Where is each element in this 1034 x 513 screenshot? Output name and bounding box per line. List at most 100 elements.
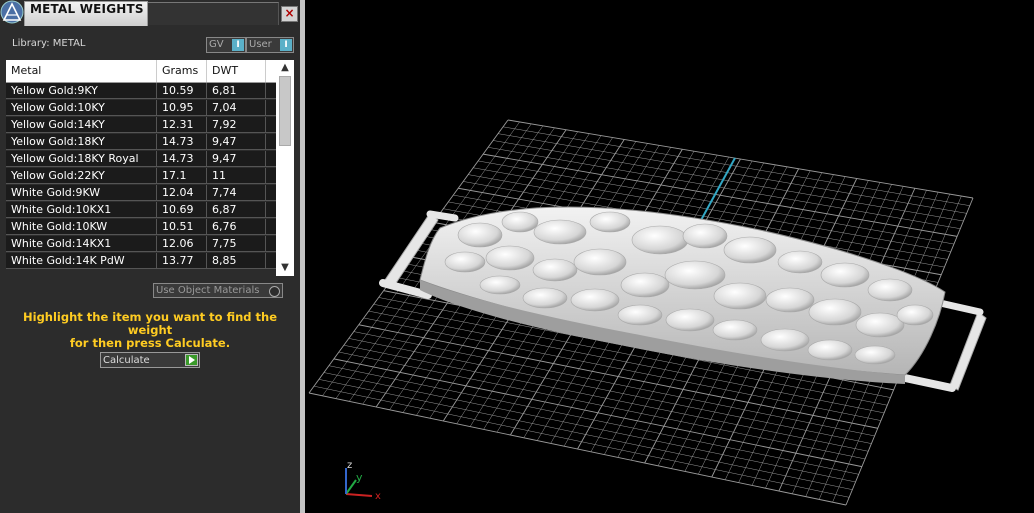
dwt-cell: 8,85 [207, 253, 266, 269]
grid-line [308, 392, 847, 506]
title-bar: METAL WEIGHTS × [0, 0, 300, 26]
gv-toggle[interactable]: GV I [206, 37, 246, 53]
window-title: METAL WEIGHTS [30, 2, 144, 16]
table-row[interactable]: White Gold:14KX1 12.06 7,75 [6, 236, 276, 252]
table-row[interactable]: White Gold:9KW 12.04 7,74 [6, 185, 276, 201]
bracelet-model[interactable] [379, 206, 987, 392]
texture-bump [501, 211, 539, 233]
texture-bump [765, 287, 815, 313]
metal-cell: White Gold:10KW [6, 219, 157, 235]
column-header-metal[interactable]: Metal [6, 60, 157, 82]
axis-x-label: x [375, 491, 381, 502]
table-row[interactable]: White Gold:10KX1 10.69 6,87 [6, 202, 276, 218]
grams-cell: 14.73 [157, 151, 207, 167]
dwt-cell: 7,74 [207, 185, 266, 201]
3d-viewport[interactable]: x y z [305, 0, 1034, 513]
column-header-dwt[interactable]: DWT [207, 60, 266, 82]
app-logo-icon [0, 0, 24, 24]
texture-bump [807, 339, 853, 361]
dwt-cell: 11 [207, 168, 266, 184]
grams-cell: 12.04 [157, 185, 207, 201]
grams-cell: 10.59 [157, 83, 207, 99]
dwt-cell: 7,75 [207, 236, 266, 252]
scroll-thumb[interactable] [279, 76, 291, 146]
grid-line [318, 379, 853, 490]
dwt-cell: 7,92 [207, 117, 266, 133]
table-row[interactable]: White Gold:10KW 10.51 6,76 [6, 219, 276, 235]
table-row[interactable]: White Gold:14K PdW 13.77 8,85 [6, 253, 276, 269]
grid-line [328, 365, 859, 475]
grid-line [323, 372, 856, 483]
calculate-button[interactable]: Calculate [100, 352, 200, 368]
texture-bump [723, 236, 777, 264]
table-row[interactable]: Yellow Gold:10KY 10.95 7,04 [6, 100, 276, 116]
row-padding-cell [266, 219, 276, 235]
texture-bump [713, 282, 767, 310]
dwt-cell: 6,87 [207, 202, 266, 218]
texture-bump [620, 272, 670, 298]
grams-cell: 12.06 [157, 236, 207, 252]
metal-cell: Yellow Gold:18KY [6, 134, 157, 150]
texture-bump [854, 345, 896, 365]
metal-cell: Yellow Gold:10KY [6, 100, 157, 116]
use-object-materials-label: Use Object Materials [156, 285, 260, 296]
texture-bump [457, 222, 503, 248]
user-toggle-mark: I [280, 39, 292, 51]
scroll-up-icon[interactable]: ▲ [276, 60, 294, 76]
row-padding-cell [266, 151, 276, 167]
texture-bump [665, 308, 715, 332]
texture-bump [522, 287, 568, 309]
table-row[interactable]: Yellow Gold:14KY 12.31 7,92 [6, 117, 276, 133]
texture-bump [777, 250, 823, 274]
instruction-line-1: Highlight the item you want to find the … [23, 310, 277, 337]
metal-cell: Yellow Gold:18KY Royal [6, 151, 157, 167]
dwt-cell: 6,76 [207, 219, 266, 235]
row-padding-cell [266, 100, 276, 116]
dwt-cell: 6,81 [207, 83, 266, 99]
gv-toggle-label: GV [209, 39, 224, 50]
texture-bump [444, 251, 486, 273]
grams-cell: 10.69 [157, 202, 207, 218]
dwt-cell: 7,04 [207, 100, 266, 116]
texture-bump [485, 245, 535, 271]
scroll-down-icon[interactable]: ▼ [276, 260, 294, 276]
texture-bump [896, 304, 934, 326]
table-row[interactable]: Yellow Gold:9KY 10.59 6,81 [6, 83, 276, 99]
row-padding-cell [266, 253, 276, 269]
instruction-line-2: for then press Calculate. [69, 336, 231, 350]
texture-bump [532, 258, 578, 282]
grams-cell: 17.1 [157, 168, 207, 184]
use-object-materials-toggle[interactable]: Use Object Materials [153, 283, 283, 298]
texture-bump [570, 288, 620, 312]
metal-table: Metal Grams DWT Yellow Gold:9KY 10.59 6,81… [6, 60, 294, 276]
grams-cell: 12.31 [157, 117, 207, 133]
grams-cell: 10.95 [157, 100, 207, 116]
metal-cell: Yellow Gold:9KY [6, 83, 157, 99]
table-scrollbar[interactable]: ▲ ▼ [276, 60, 294, 276]
metal-cell: Yellow Gold:22KY [6, 168, 157, 184]
user-toggle[interactable]: User I [246, 37, 294, 53]
metal-cell: Yellow Gold:14KY [6, 117, 157, 133]
viewport-canvas[interactable]: x y z [305, 0, 1034, 513]
table-row[interactable]: Yellow Gold:18KY Royal 14.73 9,47 [6, 151, 276, 167]
metal-cell: White Gold:10KX1 [6, 202, 157, 218]
table-row[interactable]: Yellow Gold:22KY 17.1 11 [6, 168, 276, 184]
row-padding-cell [266, 168, 276, 184]
play-arrow-icon[interactable] [185, 354, 198, 366]
texture-bump [712, 319, 758, 341]
row-padding-cell [266, 236, 276, 252]
instruction-text: Highlight the item you want to find the … [10, 311, 290, 350]
dwt-cell: 9,47 [207, 151, 266, 167]
column-header-grams[interactable]: Grams [157, 60, 207, 82]
close-icon[interactable]: × [281, 6, 298, 22]
texture-bump [573, 248, 627, 276]
grams-cell: 13.77 [157, 253, 207, 269]
grams-cell: 14.73 [157, 134, 207, 150]
axis-triad-icon: x y z [345, 460, 381, 502]
texture-bump [820, 262, 870, 288]
axis-z-label: z [347, 460, 352, 471]
grid-line [313, 385, 850, 498]
table-row[interactable]: Yellow Gold:18KY 14.73 9,47 [6, 134, 276, 150]
grid-line [333, 358, 862, 468]
grams-cell: 10.51 [157, 219, 207, 235]
